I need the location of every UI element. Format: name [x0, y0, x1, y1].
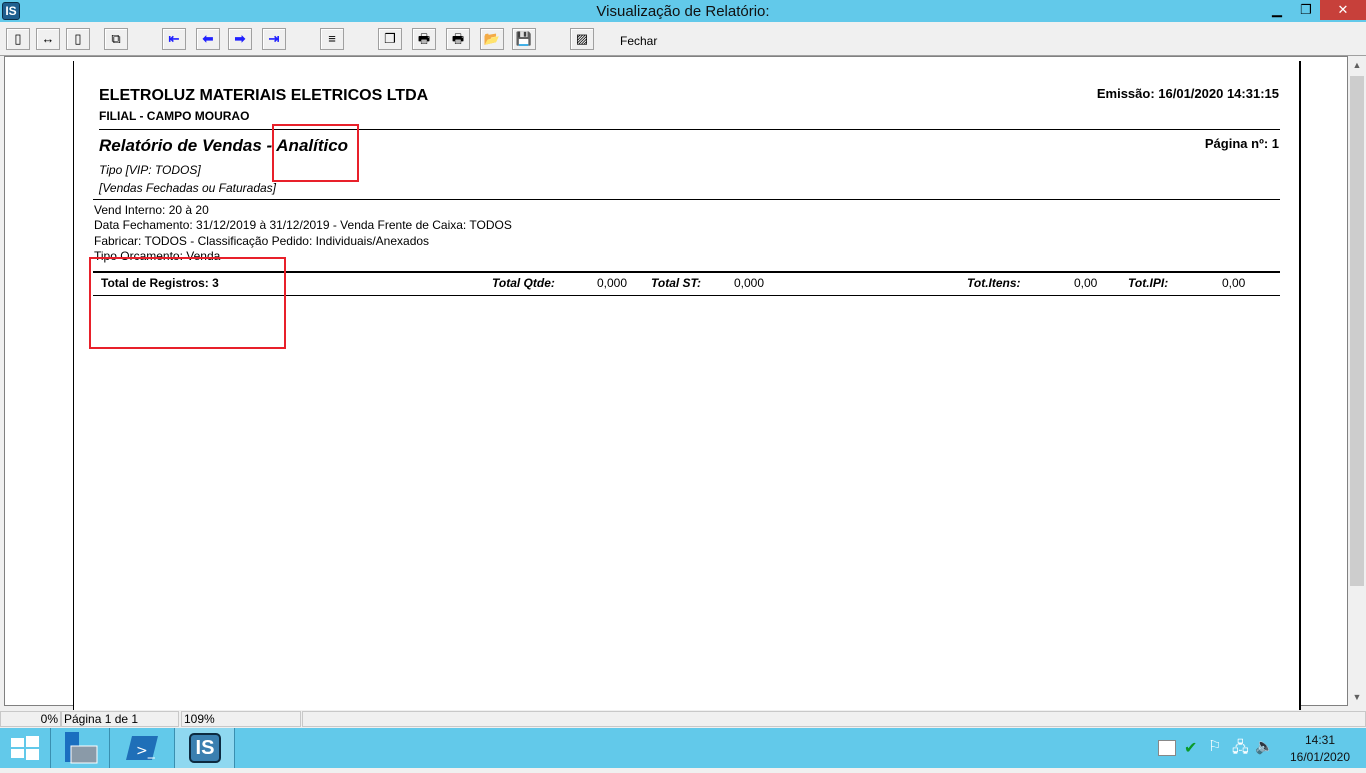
filter-line: Data Fechamento: 31/12/2019 à 31/12/2019… — [94, 218, 512, 232]
vertical-scrollbar[interactable]: ▲ ▼ — [1348, 56, 1366, 706]
scroll-thumb[interactable] — [1350, 76, 1364, 586]
is-app-icon: IS — [189, 733, 221, 763]
start-button[interactable] — [0, 728, 51, 768]
next-page-button[interactable]: ➡ — [228, 28, 252, 50]
report-status: [Vendas Fechadas ou Faturadas] — [99, 181, 276, 195]
export-button[interactable]: ▨ — [570, 28, 594, 50]
restore-button[interactable]: ❐ — [1291, 0, 1321, 20]
title-bar: IS Visualização de Relatório: ▁ ❐ ✕ — [0, 0, 1366, 22]
total-st-value: 0,000 — [734, 276, 765, 290]
taskbar: >_ IS ✔ ⚐ 🖧 🔈 14:31 16/01/2020 — [0, 728, 1366, 768]
total-qtde-label: Total Qtde: — [492, 276, 555, 290]
copy-button[interactable]: ❐ — [378, 28, 402, 50]
status-bar: 0% Página 1 de 1 109% — [0, 710, 1366, 728]
print-button[interactable]: 🖶 — [446, 28, 470, 50]
company-name: ELETROLUZ MATERIAIS ELETRICOS LTDA — [99, 87, 429, 104]
page-number: Página nº: 1 — [1204, 136, 1279, 151]
total-itens-value: 0,00 — [1074, 276, 1098, 290]
svg-text:>_: >_ — [136, 743, 156, 759]
total-itens-label: Tot.Itens: — [967, 276, 1021, 290]
scroll-up-arrow[interactable]: ▲ — [1348, 56, 1366, 74]
report-page: ELETROLUZ MATERIAIS ELETRICOS LTDA FILIA… — [73, 61, 1301, 721]
full-page-button[interactable]: ▯ — [66, 28, 90, 50]
multi-page-button[interactable]: ⧉ — [104, 28, 128, 50]
prev-page-button[interactable]: ⬅ — [196, 28, 220, 50]
first-page-button[interactable]: ⇤ — [162, 28, 186, 50]
total-st-label: Total ST: — [651, 276, 701, 290]
divider — [93, 199, 1280, 200]
highlight-box — [272, 124, 359, 182]
print-setup-button[interactable]: 🖶 — [412, 28, 436, 50]
tray-flag-icon[interactable]: ⚐ — [1208, 737, 1221, 755]
progress-status: 0% — [0, 711, 61, 727]
windows-icon — [11, 736, 39, 760]
page-width-button[interactable]: ↔ — [36, 28, 60, 50]
page-view-button[interactable]: ▯ — [6, 28, 30, 50]
emission-date: Emissão: 16/01/2020 14:31:15 — [1096, 86, 1279, 101]
tray-network-icon[interactable]: 🖧 — [1232, 737, 1249, 762]
taskbar-is-app[interactable]: IS — [175, 728, 235, 768]
tray-volume-icon[interactable]: 🔈 — [1255, 737, 1274, 755]
fechar-button[interactable]: Fechar — [620, 34, 657, 48]
window-title: Visualização de Relatório: — [596, 3, 770, 20]
minimize-button[interactable]: ▁ — [1262, 0, 1292, 20]
branch-name: FILIAL - CAMPO MOURAO — [99, 109, 250, 123]
report-type: Tipo [VIP: TODOS] — [99, 163, 201, 177]
filter-line: Vend Interno: 20 à 20 — [94, 203, 209, 217]
toolbar: ▯ ↔ ▯ ⧉ ⇤ ⬅ ➡ ⇥ ≡ ❐ 🖶 🖶 📂 💾 ▨ Fechar — [0, 22, 1366, 56]
total-qtde-value: 0,000 — [597, 276, 628, 290]
clock-time[interactable]: 14:31 — [1280, 733, 1360, 747]
server-manager-icon — [65, 732, 98, 764]
open-button[interactable]: 📂 — [480, 28, 504, 50]
filter-line: Fabricar: TODOS - Classificação Pedido: … — [94, 234, 430, 248]
report-viewer: ELETROLUZ MATERIAIS ELETRICOS LTDA FILIA… — [4, 56, 1348, 721]
status-panel — [302, 711, 1366, 727]
total-ipi-label: Tot.IPI: — [1128, 276, 1169, 290]
page-status: Página 1 de 1 — [61, 711, 179, 727]
total-ipi-value: 0,00 — [1222, 276, 1246, 290]
close-button[interactable]: ✕ — [1320, 0, 1366, 20]
scroll-down-arrow[interactable]: ▼ — [1348, 688, 1366, 706]
highlight-box — [89, 257, 286, 349]
clock-date[interactable]: 16/01/2020 — [1280, 750, 1360, 764]
tray-projeto-icon[interactable] — [1158, 740, 1176, 756]
taskbar-server-manager[interactable] — [51, 728, 110, 768]
powershell-icon: >_ — [126, 736, 158, 760]
taskbar-powershell[interactable]: >_ — [110, 728, 175, 768]
zoom-status: 109% — [181, 711, 301, 727]
save-button[interactable]: 💾 — [512, 28, 536, 50]
goto-page-button[interactable]: ≡ — [320, 28, 344, 50]
tray-sync-icon[interactable]: ✔ — [1184, 738, 1202, 757]
last-page-button[interactable]: ⇥ — [262, 28, 286, 50]
